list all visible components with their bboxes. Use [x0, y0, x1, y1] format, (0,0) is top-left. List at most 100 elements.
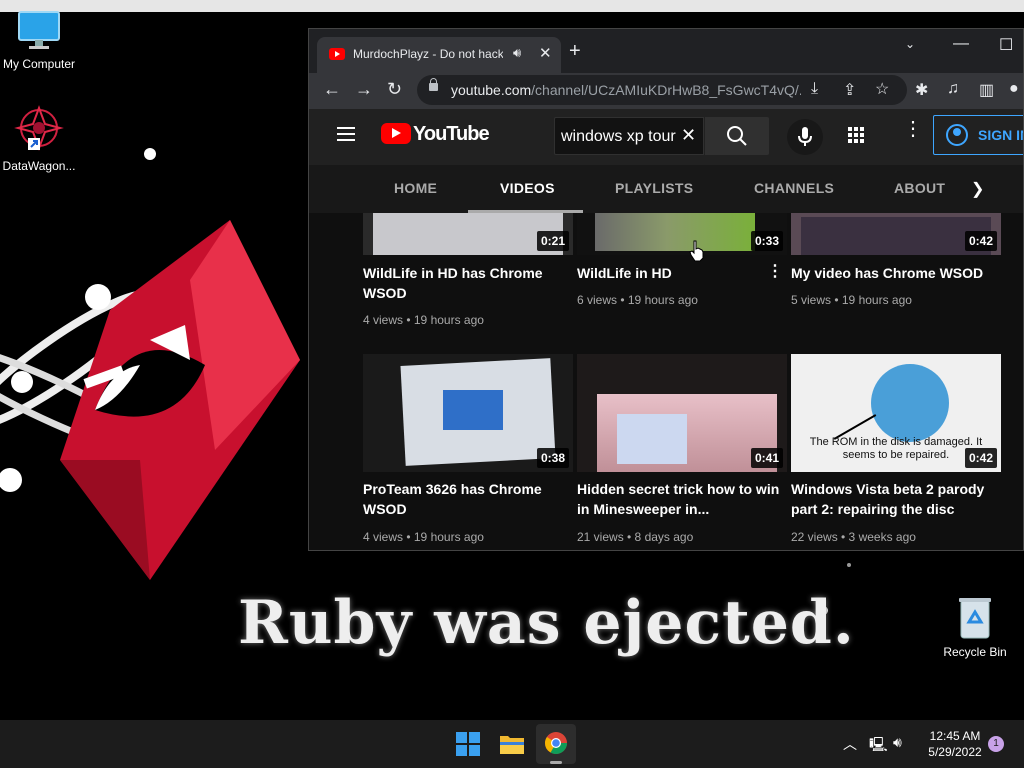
- new-tab-button[interactable]: +: [569, 41, 581, 61]
- video-title[interactable]: Hidden secret trick how to win in Minesw…: [577, 479, 783, 519]
- video-card[interactable]: 0:38 ProTeam 3626 has Chrome WSOD 4 view…: [363, 354, 573, 550]
- desktop-icon-label: Recycle Bin: [943, 645, 1007, 659]
- windows-logo-icon: [456, 732, 480, 756]
- video-duration: 0:42: [964, 231, 997, 251]
- top-strip: [0, 0, 1024, 12]
- tab-home[interactable]: HOME: [394, 180, 437, 196]
- settings-kebab-icon[interactable]: ⋮: [903, 119, 923, 139]
- clock[interactable]: 12:45 AM 5/29/2022: [918, 728, 992, 760]
- tab-search-icon[interactable]: ⌄: [905, 37, 915, 51]
- extensions-icon[interactable]: ✱: [915, 80, 928, 100]
- folder-icon: [500, 736, 524, 754]
- clear-search-icon[interactable]: ✕: [681, 125, 696, 146]
- youtube-logo-text[interactable]: YouTube: [413, 123, 490, 146]
- url-path: /channel/UCzAMIuKDrHwB8_FsGwcT4vQ/...: [531, 82, 801, 98]
- tab-channels[interactable]: CHANNELS: [754, 180, 834, 196]
- video-card[interactable]: 0:42 My video has Chrome WSOD 5 views • …: [791, 213, 1001, 353]
- network-icon[interactable]: 🖳︎: [869, 734, 888, 758]
- monitor-icon: [18, 11, 60, 49]
- video-thumbnail[interactable]: 0:21: [363, 213, 573, 255]
- forward-icon[interactable]: →: [355, 79, 373, 100]
- share-icon[interactable]: ⇪: [843, 80, 856, 100]
- start-button[interactable]: [448, 724, 488, 764]
- chrome-window: MurdochPlayz - Do not hack 🔊︎ ✕ + ⌄ — ☐ …: [308, 28, 1024, 551]
- chevron-up-icon[interactable]: ︿: [843, 734, 857, 754]
- video-options-icon[interactable]: ⋮: [767, 261, 783, 281]
- sign-in-button[interactable]: SIGN IN: [933, 115, 1023, 155]
- youtube-logo-icon[interactable]: [381, 123, 411, 144]
- desktop-icon-datawagon[interactable]: DataWagon...: [0, 104, 81, 173]
- user-icon: [946, 124, 968, 146]
- microphone-icon: [798, 127, 812, 146]
- video-duration: 0:21: [536, 231, 569, 251]
- voice-search-button[interactable]: [787, 119, 823, 155]
- file-explorer-button[interactable]: [492, 724, 532, 764]
- url-text: youtube.com/channel/UCzAMIuKDrHwB8_FsGwc…: [451, 82, 801, 98]
- recycle-bin-icon: [959, 598, 991, 639]
- datawagon-shortcut-icon: [14, 105, 64, 151]
- maximize-icon[interactable]: ☐: [999, 35, 1013, 55]
- hand-cursor-icon: [689, 240, 704, 262]
- search-box[interactable]: windows xp tour ✕: [554, 117, 704, 155]
- volume-icon[interactable]: 🔊︎: [893, 734, 902, 751]
- video-card[interactable]: 0:21 WildLife in HD has Chrome WSOD 4 vi…: [363, 213, 573, 353]
- desktop-icon-label: DataWagon...: [2, 159, 76, 173]
- video-thumbnail[interactable]: 0:38: [363, 354, 573, 472]
- address-bar[interactable]: youtube.com/channel/UCzAMIuKDrHwB8_FsGwc…: [417, 75, 907, 105]
- chevron-right-icon[interactable]: ❯: [971, 179, 984, 199]
- desktop-icon-label: My Computer: [2, 57, 76, 71]
- youtube-favicon-icon: [329, 48, 345, 60]
- speaker-icon[interactable]: 🔊︎: [513, 45, 521, 61]
- video-title[interactable]: Windows Vista beta 2 parody part 2: repa…: [791, 479, 997, 519]
- browser-tab[interactable]: MurdochPlayz - Do not hack 🔊︎ ✕: [317, 37, 561, 73]
- sign-in-label: SIGN IN: [978, 127, 1023, 143]
- video-title[interactable]: ProTeam 3626 has Chrome WSOD: [363, 479, 569, 519]
- url-host: youtube.com: [451, 82, 532, 98]
- tab-about[interactable]: ABOUT: [894, 180, 945, 196]
- video-thumbnail[interactable]: The ROM in the disk is damaged. It seems…: [791, 354, 1001, 472]
- tab-title: MurdochPlayz - Do not hack: [353, 47, 503, 61]
- apps-grid-icon[interactable]: [848, 127, 864, 143]
- reload-icon[interactable]: ↻: [387, 79, 402, 100]
- bookmark-star-icon[interactable]: ☆: [875, 79, 889, 99]
- video-title[interactable]: WildLife in HD has Chrome WSOD: [363, 263, 569, 303]
- menu-icon[interactable]: [337, 127, 355, 141]
- search-icon: [727, 126, 747, 146]
- search-button[interactable]: [705, 117, 769, 155]
- video-title[interactable]: WildLife in HD: [577, 263, 783, 283]
- side-panel-icon[interactable]: ▥: [979, 80, 994, 100]
- video-thumbnail[interactable]: 0:42: [791, 213, 1001, 255]
- channel-tabs: HOME VIDEOS PLAYLISTS CHANNELS ABOUT ❯: [309, 165, 1023, 213]
- taskbar: ︿ 🖳︎ 🔊︎ 12:45 AM 5/29/2022 1: [0, 720, 1024, 768]
- tab-videos[interactable]: VIDEOS: [500, 180, 555, 196]
- back-icon[interactable]: ←: [323, 79, 341, 100]
- video-meta: 6 views • 19 hours ago: [577, 293, 698, 307]
- desktop-icon-recycle-bin[interactable]: Recycle Bin: [933, 596, 1017, 659]
- video-grid: 0:21 WildLife in HD has Chrome WSOD 4 vi…: [309, 213, 1023, 550]
- youtube-masthead: YouTube windows xp tour ✕ ⋮ SIGN I: [309, 109, 1023, 165]
- profile-icon[interactable]: ●: [1009, 80, 1019, 98]
- video-meta: 22 views • 3 weeks ago: [791, 530, 916, 544]
- tab-playlists[interactable]: PLAYLISTS: [615, 180, 693, 196]
- video-duration: 0:33: [750, 231, 783, 251]
- minimize-icon[interactable]: —: [953, 35, 969, 53]
- install-icon[interactable]: ⤓: [811, 80, 818, 98]
- chrome-taskbar-button[interactable]: [536, 724, 576, 764]
- tab-strip: MurdochPlayz - Do not hack 🔊︎ ✕ + ⌄ — ☐: [309, 29, 1023, 73]
- video-duration: 0:41: [750, 448, 783, 468]
- media-control-icon[interactable]: ♫: [947, 80, 959, 98]
- desktop-icon-my-computer[interactable]: My Computer: [0, 10, 81, 71]
- notification-badge[interactable]: 1: [988, 736, 1004, 752]
- video-card[interactable]: 0:33 WildLife in HD ⋮ 6 views • 19 hours…: [577, 213, 787, 353]
- video-card[interactable]: The ROM in the disk is damaged. It seems…: [791, 354, 1001, 550]
- video-thumbnail[interactable]: 0:41: [577, 354, 787, 472]
- desktop: My Computer DataWagon... Recycle Bin Rub…: [0, 0, 1024, 768]
- video-card[interactable]: 0:41 Hidden secret trick how to win in M…: [577, 354, 787, 550]
- clock-date: 5/29/2022: [928, 745, 982, 759]
- search-input[interactable]: windows xp tour: [561, 128, 677, 146]
- close-icon[interactable]: ✕: [539, 44, 552, 62]
- video-thumbnail[interactable]: 0:33: [577, 213, 787, 255]
- video-meta: 5 views • 19 hours ago: [791, 293, 912, 307]
- ruby-character-art: [0, 220, 300, 580]
- video-title[interactable]: My video has Chrome WSOD: [791, 263, 997, 283]
